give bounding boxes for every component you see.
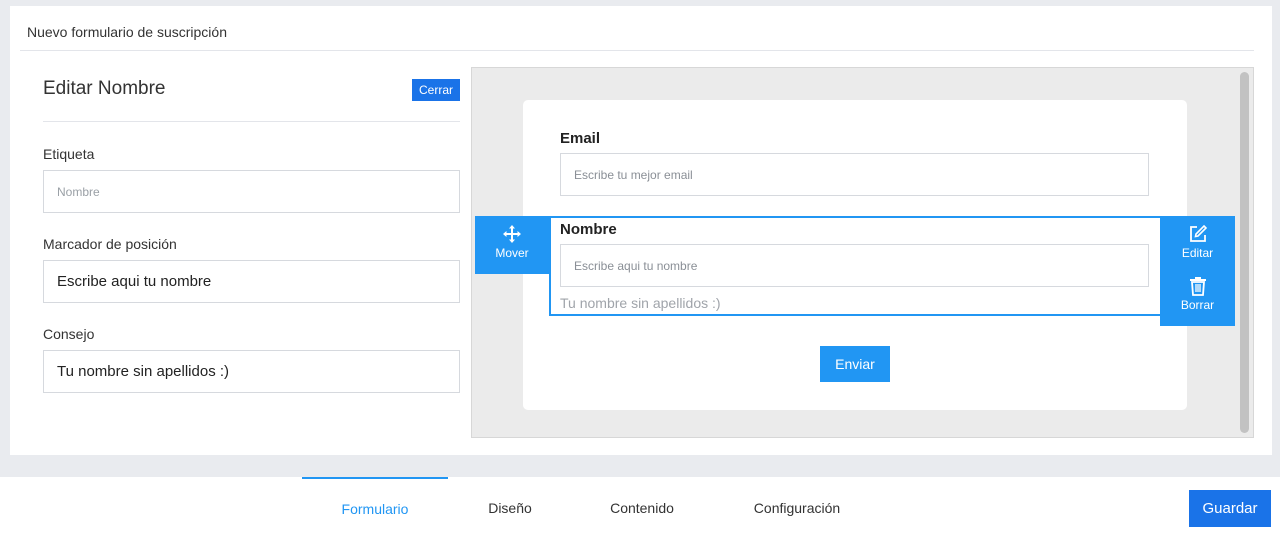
preview-form: Email Nombre Tu nombre sin apellidos :) … (523, 100, 1187, 410)
edit-panel-title: Editar Nombre (43, 78, 166, 99)
divider (43, 121, 460, 122)
hint-field-label: Consejo (43, 326, 95, 342)
delete-field-button[interactable]: Borrar (1160, 270, 1235, 326)
close-button[interactable]: Cerrar (412, 79, 460, 101)
divider (20, 50, 1254, 51)
tab-configuracion[interactable]: Configuración (738, 477, 856, 537)
name-hint: Tu nombre sin apellidos :) (560, 295, 721, 311)
move-label: Mover (495, 246, 529, 260)
pencil-square-icon (1189, 224, 1207, 242)
tab-formulario[interactable]: Formulario (302, 477, 448, 537)
edit-label: Editar (1181, 246, 1214, 260)
submit-button[interactable]: Enviar (820, 346, 890, 382)
preview-scrollbar[interactable] (1240, 72, 1249, 433)
delete-label: Borrar (1180, 298, 1215, 312)
tab-contenido[interactable]: Contenido (590, 477, 694, 537)
tab-diseno[interactable]: Diseño (466, 477, 554, 537)
bottom-toolbar: Formulario Diseño Contenido Configuració… (0, 477, 1280, 537)
name-field[interactable] (560, 244, 1149, 287)
save-button[interactable]: Guardar (1189, 490, 1271, 527)
move-arrows-icon (503, 225, 521, 243)
email-label: Email (560, 130, 601, 147)
hint-input[interactable] (43, 350, 460, 393)
name-label: Nombre (560, 221, 617, 238)
placeholder-input[interactable] (43, 260, 460, 303)
card-title: Nuevo formulario de suscripción (27, 24, 227, 40)
label-field-label: Etiqueta (43, 146, 95, 162)
placeholder-field-label: Marcador de posición (43, 236, 177, 252)
move-field-button[interactable]: Mover (475, 216, 549, 274)
label-input[interactable] (43, 170, 460, 213)
form-preview: Email Nombre Tu nombre sin apellidos :) … (471, 67, 1254, 438)
email-field[interactable] (560, 153, 1149, 196)
trash-icon (1189, 277, 1206, 296)
edit-field-button[interactable]: Editar (1160, 216, 1235, 270)
form-editor-card: Nuevo formulario de suscripción Editar N… (10, 6, 1272, 455)
